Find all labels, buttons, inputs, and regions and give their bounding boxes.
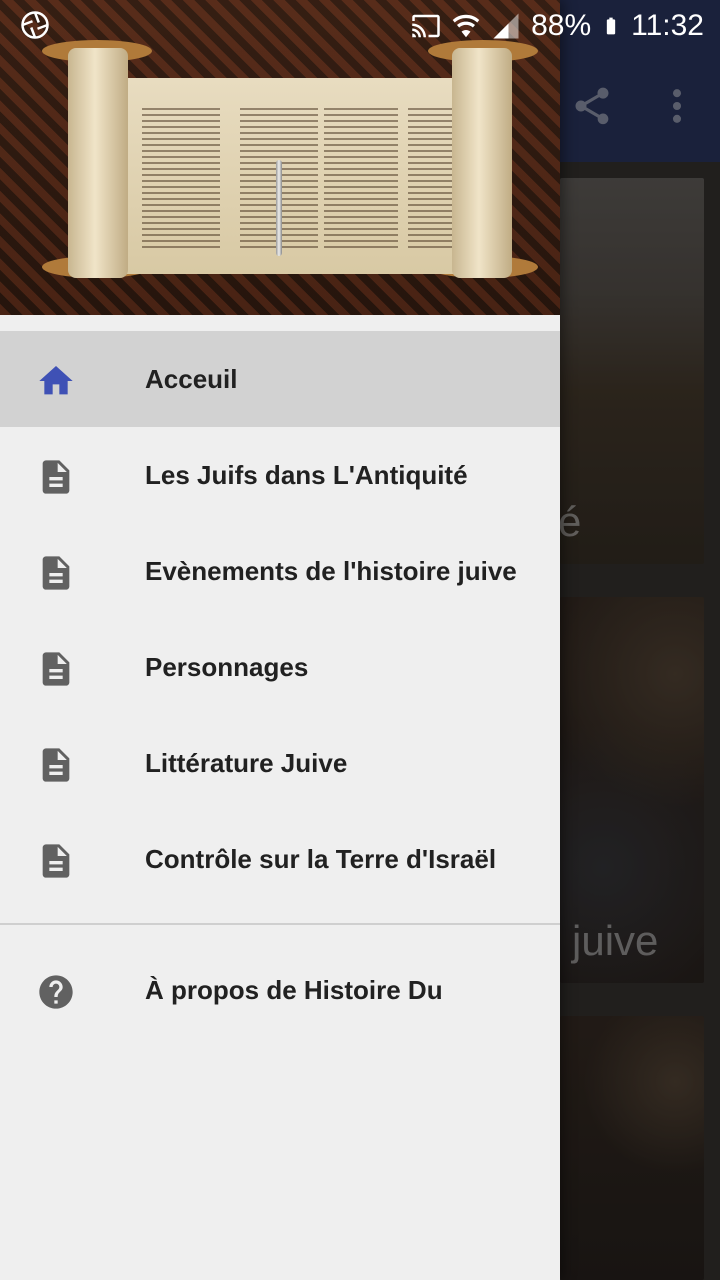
drawer-item-label: Les Juifs dans L'Antiquité (145, 459, 468, 490)
torah-scroll-parchment (118, 78, 482, 274)
yad-pointer (276, 160, 282, 256)
drawer-item-controle[interactable]: Contrôle sur la Terre d'Israël (0, 811, 560, 907)
help-icon (36, 972, 76, 1012)
home-icon (36, 361, 76, 401)
battery-percent: 88% (531, 9, 592, 42)
cast-icon (412, 14, 440, 38)
drawer-item-label: Evènements de l'histoire juive (145, 555, 517, 586)
drawer-item-litterature[interactable]: Littérature Juive (0, 715, 560, 811)
clock: 11:32 (631, 9, 704, 42)
drawer-item-personnages[interactable]: Personnages (0, 619, 560, 715)
drawer-divider (0, 923, 560, 925)
wifi-icon (452, 14, 480, 38)
drawer-item-label: À propos de Histoire Du (145, 974, 443, 1005)
document-icon (36, 841, 76, 881)
drawer-item-label: Littérature Juive (145, 747, 348, 778)
document-icon (36, 457, 76, 497)
document-icon (36, 553, 76, 593)
signal-icon (493, 13, 519, 39)
battery-icon (606, 17, 616, 35)
document-icon (36, 745, 76, 785)
drawer-item-label: Contrôle sur la Terre d'Israël (145, 843, 497, 874)
scroll-roller (452, 48, 512, 278)
scroll-roller (68, 48, 128, 278)
drawer-item-label: Acceuil (145, 363, 238, 394)
drawer-item-antiquite[interactable]: Les Juifs dans L'Antiquité (0, 427, 560, 523)
drawer-item-label: Personnages (145, 651, 309, 682)
status-bar: 88% 11:32 (0, 0, 720, 50)
navigation-drawer: Acceuil Les Juifs dans L'Antiquité Evène… (0, 0, 560, 1280)
document-icon (36, 649, 76, 689)
drawer-item-evenements[interactable]: Evènements de l'histoire juive (0, 523, 560, 619)
aperture-icon (21, 11, 49, 39)
drawer-item-about[interactable]: À propos de Histoire Du (0, 942, 560, 1038)
drawer-item-acceuil[interactable]: Acceuil (0, 331, 560, 427)
drawer-menu: Acceuil Les Juifs dans L'Antiquité Evène… (0, 331, 560, 907)
